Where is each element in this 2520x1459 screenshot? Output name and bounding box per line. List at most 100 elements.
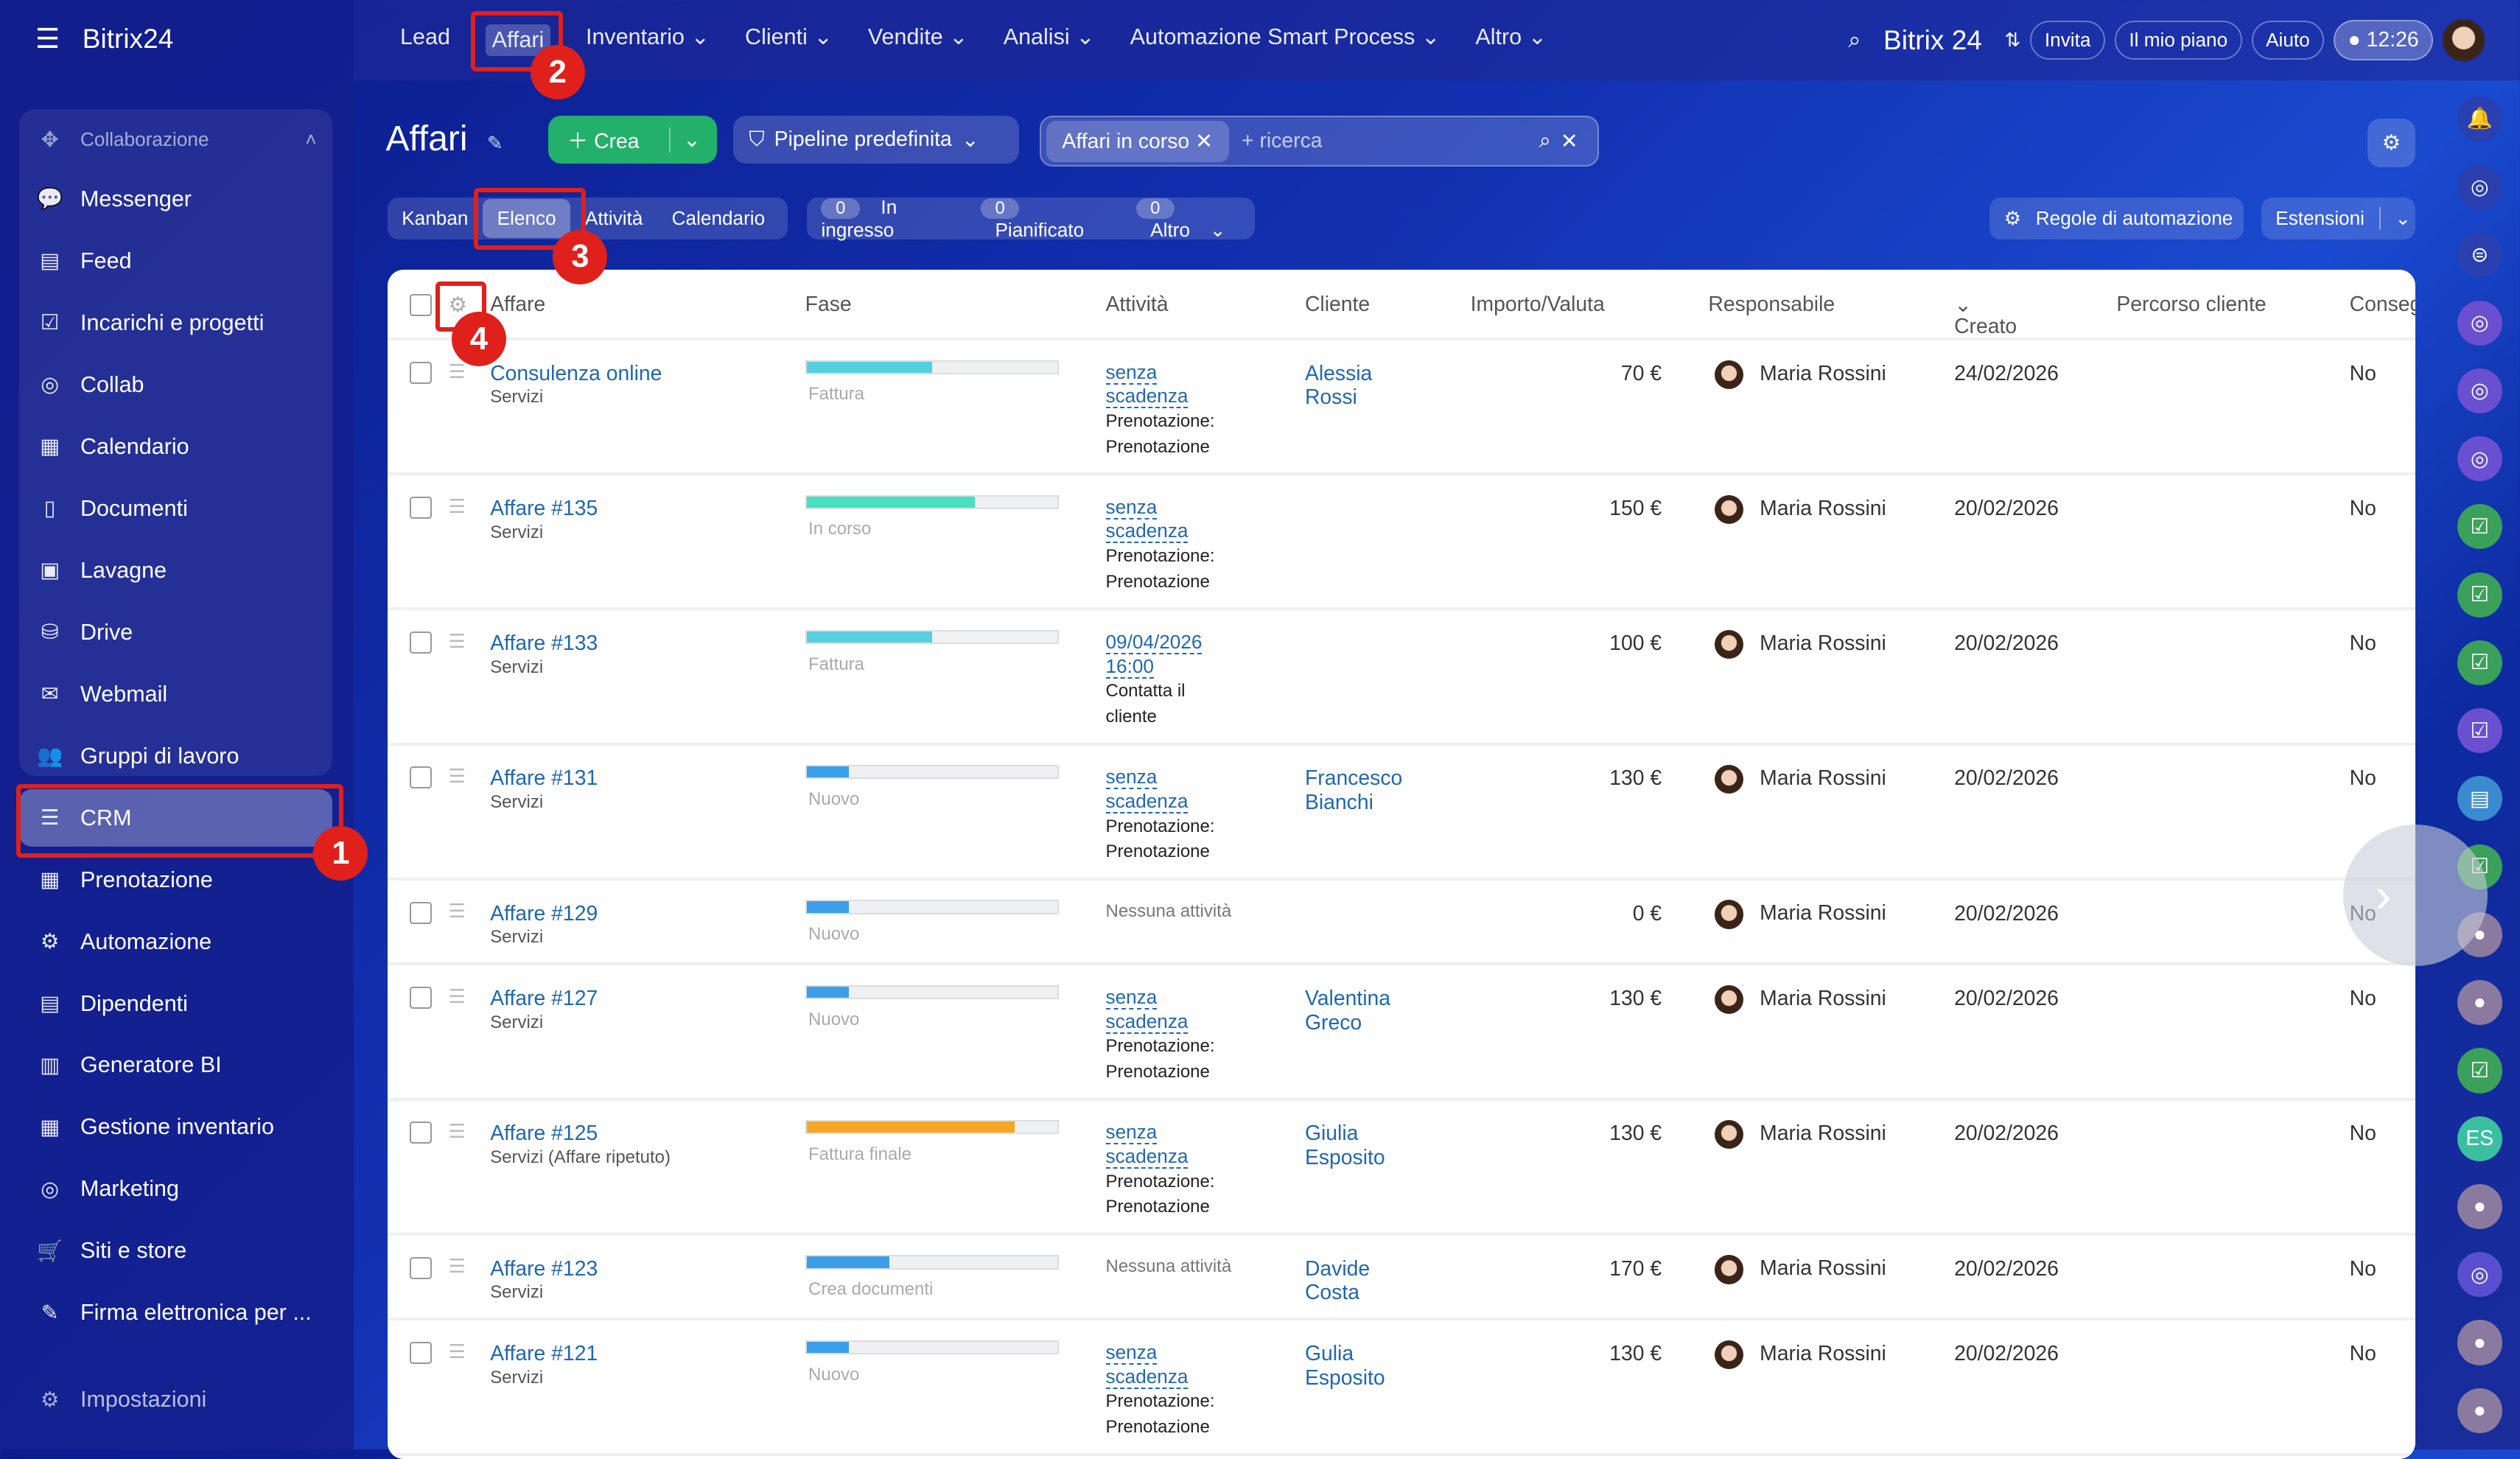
sidebar-item-prenotazione[interactable]: ▦ Prenotazione: [19, 851, 332, 909]
client-link[interactable]: Giulia Esposito: [1305, 1122, 1385, 1169]
sidebar-item-calendario[interactable]: ▦ Calendario: [19, 418, 332, 476]
table-row[interactable]: ☰ Affare #123 Servizi Crea documenti Nes…: [387, 1233, 2416, 1321]
invite-button[interactable]: Invita: [2030, 21, 2105, 60]
avatar[interactable]: ●: [2457, 1320, 2502, 1365]
nav-lead[interactable]: Lead: [400, 24, 450, 57]
table-row[interactable]: ☰ Affare #135 Servizi In corso senza scad…: [387, 472, 2416, 611]
nav-automazione-smart-process[interactable]: Automazione Smart Process ⌄: [1130, 24, 1441, 57]
row-checkbox[interactable]: [410, 1122, 433, 1144]
phase-progress-bar[interactable]: [805, 494, 1059, 509]
sidebar-item-settings[interactable]: ⚙ Impostazioni: [19, 1371, 332, 1429]
col-attivita[interactable]: Attività: [1106, 293, 1169, 317]
row-checkbox[interactable]: [410, 1342, 433, 1365]
table-row[interactable]: ☰ Affare #129 Servizi Nuovo Nessuna atti…: [387, 878, 2416, 966]
counter-0[interactable]: 0 In ingresso: [807, 196, 966, 242]
channel-icon[interactable]: ◎: [2457, 1252, 2502, 1298]
user-avatar[interactable]: [2443, 19, 2485, 61]
deal-name-link[interactable]: Affare #135: [490, 497, 598, 521]
settings-button[interactable]: ⚙: [2367, 119, 2416, 167]
sidebar-item-lavagne[interactable]: ▣ Lavagne: [19, 542, 332, 600]
client-link[interactable]: Gulia Esposito: [1305, 1342, 1385, 1390]
sidebar-item-gestione-inventario[interactable]: ▦ Gestione inventario: [19, 1099, 332, 1157]
task-icon[interactable]: ☑: [2457, 572, 2502, 617]
phase-progress-bar[interactable]: [805, 984, 1059, 1000]
deal-name-link[interactable]: Affare #129: [490, 902, 598, 926]
activity-deadline[interactable]: scadenza: [1105, 385, 1189, 409]
tab-kanban[interactable]: Kanban: [388, 207, 483, 230]
counter-2[interactable]: 0Altro ⌄: [1121, 196, 1255, 242]
deal-name-link[interactable]: Affare #127: [490, 987, 598, 1011]
table-row[interactable]: ☰ Affare #125 Servizi (Affare ripetuto) …: [387, 1098, 2416, 1236]
search-input[interactable]: + ricerca: [1242, 129, 1322, 153]
activity-deadline[interactable]: senza: [1105, 495, 1158, 519]
col-fase[interactable]: Fase: [805, 293, 852, 317]
sidebar-item-automazione[interactable]: ⚙ Automazione: [19, 913, 332, 971]
nav-analisi[interactable]: Analisi ⌄: [1004, 24, 1095, 57]
sidebar-item-dipendenti[interactable]: ▤ Dipendenti: [19, 975, 332, 1033]
deal-name-link[interactable]: Affare #133: [490, 631, 598, 656]
activity-deadline[interactable]: 16:00: [1105, 654, 1154, 679]
col-affare[interactable]: Affare: [490, 293, 545, 317]
avatar[interactable]: ●: [2457, 1388, 2502, 1433]
close-icon[interactable]: ✕: [1195, 130, 1213, 153]
row-checkbox[interactable]: [410, 766, 433, 789]
avatar[interactable]: ●: [2457, 1183, 2502, 1230]
sidebar-item-documenti[interactable]: ▯ Documenti: [19, 480, 332, 538]
activity-deadline[interactable]: senza: [1105, 360, 1158, 385]
counter-1[interactable]: 0Pianificato: [966, 196, 1121, 242]
deal-name-link[interactable]: Affare #125: [490, 1122, 598, 1146]
activity-deadline[interactable]: senza: [1105, 1121, 1158, 1145]
phase-progress-bar[interactable]: [805, 1120, 1059, 1135]
table-row[interactable]: ☰ Affare #131 Servizi Nuovo senza scadenz…: [387, 743, 2416, 881]
client-link[interactable]: Francesco Bianchi: [1305, 766, 1402, 814]
deal-name-link[interactable]: Consulenza online: [490, 362, 662, 386]
table-row[interactable]: ☰ Affare #133 Servizi Fattura 09/04/2026…: [387, 607, 2416, 746]
channel-icon[interactable]: ◎: [2457, 436, 2502, 482]
row-checkbox[interactable]: [410, 1256, 433, 1279]
table-row[interactable]: ☰ Consulenza online Servizi Fattura senz…: [387, 337, 2416, 476]
chevron-down-icon[interactable]: ⌄: [668, 127, 701, 153]
search-icon[interactable]: ⌕: [1848, 27, 1861, 54]
client-link[interactable]: Alessia Rossi: [1305, 362, 1372, 410]
sidebar-item-incarichi-e-progetti[interactable]: ☑ Incarichi e progetti: [19, 294, 332, 352]
sidebar-item-gruppi-di-lavoro[interactable]: 👥 Gruppi di lavoro: [19, 727, 332, 786]
drag-handle-icon[interactable]: ☰: [448, 630, 465, 653]
client-link[interactable]: Valentina Greco: [1305, 987, 1390, 1035]
clock-button[interactable]: ● 12:26: [2334, 20, 2434, 60]
channel-icon[interactable]: ◎: [2457, 300, 2502, 346]
sidebar-item-collab[interactable]: ◎ Collab: [19, 356, 332, 414]
sidebar-group-collaborazione[interactable]: ✥ Collaborazione ˄: [19, 111, 332, 169]
phase-progress-bar[interactable]: [805, 360, 1059, 374]
col-consegna[interactable]: Conseg: [2350, 293, 2415, 317]
responsible[interactable]: Maria Rossini: [1715, 765, 1886, 794]
sidebar-item-siti-e-store[interactable]: 🛒 Siti e store: [19, 1222, 332, 1281]
nav-inventario[interactable]: Inventario ⌄: [586, 24, 710, 57]
pin-icon[interactable]: ✎: [487, 132, 503, 155]
col-percorso[interactable]: Percorso cliente: [2116, 293, 2266, 317]
responsible[interactable]: Maria Rossini: [1715, 984, 1886, 1015]
activity-deadline[interactable]: scadenza: [1105, 1365, 1189, 1389]
sidebar-item-marketing[interactable]: ◎ Marketing: [19, 1161, 332, 1219]
responsible[interactable]: Maria Rossini: [1715, 900, 1886, 929]
search-filter[interactable]: Affari in corso ✕ + ricerca ⌕ ✕: [1040, 116, 1599, 167]
responsible[interactable]: Maria Rossini: [1715, 494, 1886, 524]
responsible[interactable]: Maria Rossini: [1715, 629, 1886, 659]
copilot-icon[interactable]: ◎: [2457, 164, 2502, 210]
sidebar-item-messenger[interactable]: 💬 Messenger: [19, 170, 332, 228]
phase-progress-bar[interactable]: [805, 1340, 1059, 1355]
nav-vendite[interactable]: Vendite ⌄: [868, 24, 968, 57]
sidebar-item-drive[interactable]: ⛁ Drive: [19, 603, 332, 662]
settings-sliders-icon[interactable]: ⇅: [2004, 29, 2020, 52]
scroll-right-button[interactable]: ›: [2342, 824, 2488, 966]
bell-icon[interactable]: 🔔: [2457, 96, 2502, 141]
drag-handle-icon[interactable]: ☰: [448, 495, 465, 518]
drag-handle-icon[interactable]: ☰: [448, 900, 465, 923]
search-icon[interactable]: ⌕: [1539, 129, 1551, 153]
drag-handle-icon[interactable]: ☰: [448, 765, 465, 788]
phase-progress-bar[interactable]: [805, 629, 1059, 645]
drag-handle-icon[interactable]: ☰: [448, 360, 465, 383]
col-importo[interactable]: Importo/Valuta: [1471, 293, 1605, 317]
responsible[interactable]: Maria Rossini: [1715, 1255, 1886, 1284]
automation-rules-button[interactable]: ⚙ Regole di automazione: [1989, 197, 2244, 239]
avatar[interactable]: ●: [2457, 980, 2502, 1026]
